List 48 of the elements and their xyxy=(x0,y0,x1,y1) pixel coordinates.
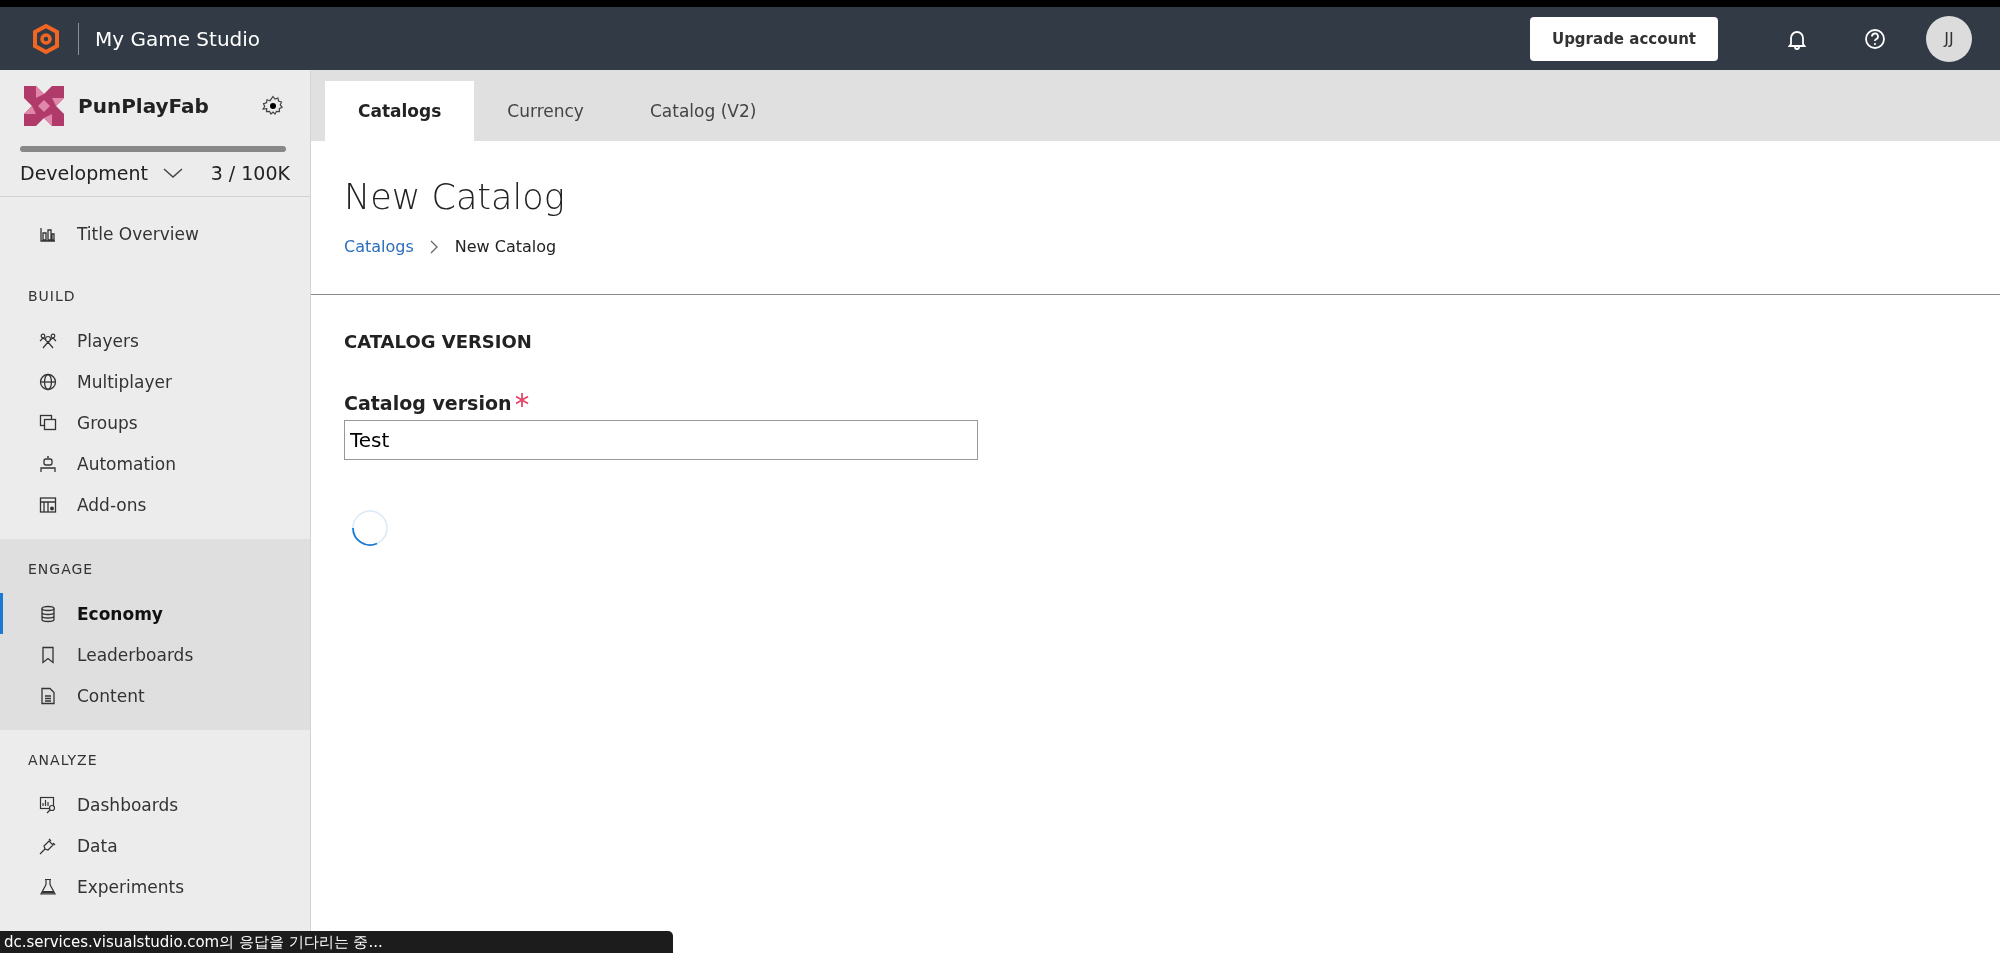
catalog-version-input[interactable]: Test xyxy=(344,420,978,460)
nav-item-icon xyxy=(39,836,57,855)
nav-item[interactable]: Dashboards xyxy=(0,784,310,825)
title-name: PunPlayFab xyxy=(78,94,210,118)
status-bar: dc.services.visualstudio.com의 응답을 기다리는 중... xyxy=(0,931,673,953)
nav-item[interactable]: Experiments xyxy=(0,866,310,907)
tab[interactable]: Catalogs xyxy=(325,81,475,141)
breadcrumb-link[interactable]: Catalogs xyxy=(344,237,414,256)
nav-item-icon xyxy=(39,372,57,391)
hexagon-logo-icon[interactable] xyxy=(30,22,62,55)
nav-item[interactable]: Data xyxy=(0,825,310,866)
nav-item-icon xyxy=(39,413,57,432)
usage-count: 3 / 100K xyxy=(210,162,290,184)
help-icon[interactable] xyxy=(1864,27,1886,50)
chevron-right-icon xyxy=(429,239,439,254)
field-label: Catalog version xyxy=(344,392,512,414)
settings-icon[interactable] xyxy=(262,95,284,117)
user-avatar[interactable]: JJ xyxy=(1926,15,1972,62)
nav-item-icon xyxy=(39,604,57,623)
tab[interactable]: Catalog (V2) xyxy=(616,81,790,141)
nav-item[interactable]: Leaderboards xyxy=(0,634,310,675)
section-label: ENGAGE xyxy=(27,560,95,579)
tab[interactable]: Currency xyxy=(474,81,617,141)
nav-item[interactable]: Add-ons xyxy=(0,484,310,525)
section-label: BUILD xyxy=(27,287,77,306)
nav-item[interactable]: Groups xyxy=(0,402,310,443)
nav-item-icon xyxy=(39,795,57,814)
nav-item[interactable]: Players xyxy=(0,320,310,361)
upgrade-account-button[interactable]: Upgrade account xyxy=(1529,16,1718,61)
nav-item[interactable]: Economy xyxy=(0,593,310,634)
nav-item-icon xyxy=(39,331,57,350)
title-logo-icon xyxy=(24,86,64,126)
nav-item[interactable]: Content xyxy=(0,675,310,716)
nav-item-icon xyxy=(39,877,57,896)
loading-spinner-icon xyxy=(350,508,390,548)
nav-item[interactable]: Automation xyxy=(0,443,310,484)
environment-dropdown[interactable]: Development xyxy=(20,162,148,184)
section-heading: CATALOG VERSION xyxy=(344,331,533,352)
breadcrumb-current: New Catalog xyxy=(454,237,557,256)
nav-item[interactable]: Multiplayer xyxy=(0,361,310,402)
nav-item-icon xyxy=(39,645,57,664)
nav-item-icon xyxy=(39,454,57,473)
nav-item-icon xyxy=(39,495,57,514)
studio-name[interactable]: My Game Studio xyxy=(95,26,261,51)
section-label: ANALYZE xyxy=(27,751,99,770)
nav-item-icon xyxy=(39,686,57,705)
nav-item[interactable]: Title Overview xyxy=(0,213,310,254)
page-title: New Catalog xyxy=(344,177,566,217)
